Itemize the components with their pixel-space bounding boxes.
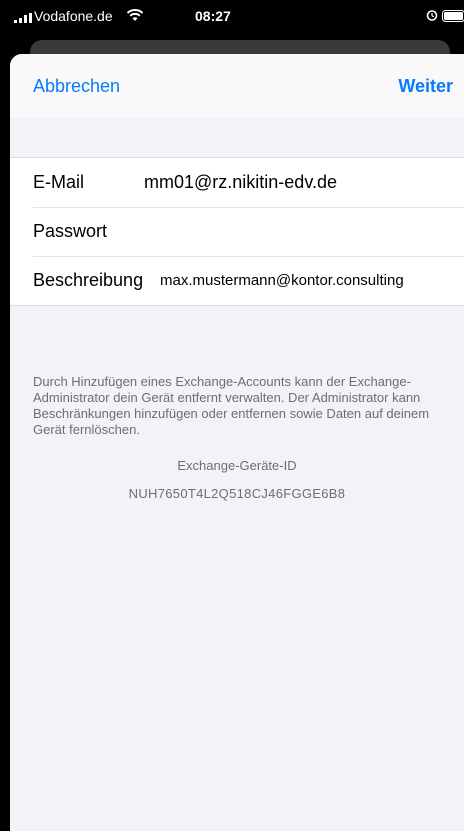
password-label: Passwort bbox=[33, 221, 108, 241]
wifi-icon bbox=[126, 9, 144, 21]
password-field[interactable] bbox=[144, 215, 444, 249]
email-row[interactable]: E-Mail mm01@rz.nikitin-edv.de bbox=[10, 158, 464, 207]
next-button[interactable]: Weiter bbox=[398, 76, 453, 97]
signal-icon bbox=[14, 13, 32, 23]
password-row[interactable]: Passwort bbox=[10, 207, 464, 256]
device-id-value: NUH7650T4L2Q518CJ46FGGE6B8 bbox=[128, 486, 346, 501]
account-form: E-Mail mm01@rz.nikitin-edv.de Passwort B… bbox=[10, 157, 464, 306]
navigation-bar: Abbrechen Weiter bbox=[10, 54, 464, 118]
clock-time: 08:27 bbox=[195, 8, 231, 24]
alarm-icon bbox=[426, 10, 438, 21]
email-label: E-Mail bbox=[33, 172, 85, 192]
device-id-label: Exchange-Geräte-ID bbox=[177, 458, 297, 473]
status-bar: Vodafone.de 08:27 bbox=[0, 0, 464, 34]
battery-icon bbox=[442, 10, 464, 22]
description-field[interactable]: max.mustermann@kontor.consulting bbox=[160, 272, 404, 289]
carrier-name: Vodafone.de bbox=[34, 8, 113, 24]
cancel-button[interactable]: Abbrechen bbox=[33, 76, 120, 97]
email-field[interactable]: mm01@rz.nikitin-edv.de bbox=[144, 172, 337, 193]
exchange-admin-note: Durch Hinzufügen eines Exchange-Accounts… bbox=[33, 374, 430, 437]
description-row[interactable]: Beschreibung max.mustermann@kontor.consu… bbox=[10, 256, 464, 305]
description-label: Beschreibung bbox=[33, 270, 144, 290]
account-sheet: Abbrechen Weiter E-Mail mm01@rz.nikitin-… bbox=[10, 54, 464, 831]
